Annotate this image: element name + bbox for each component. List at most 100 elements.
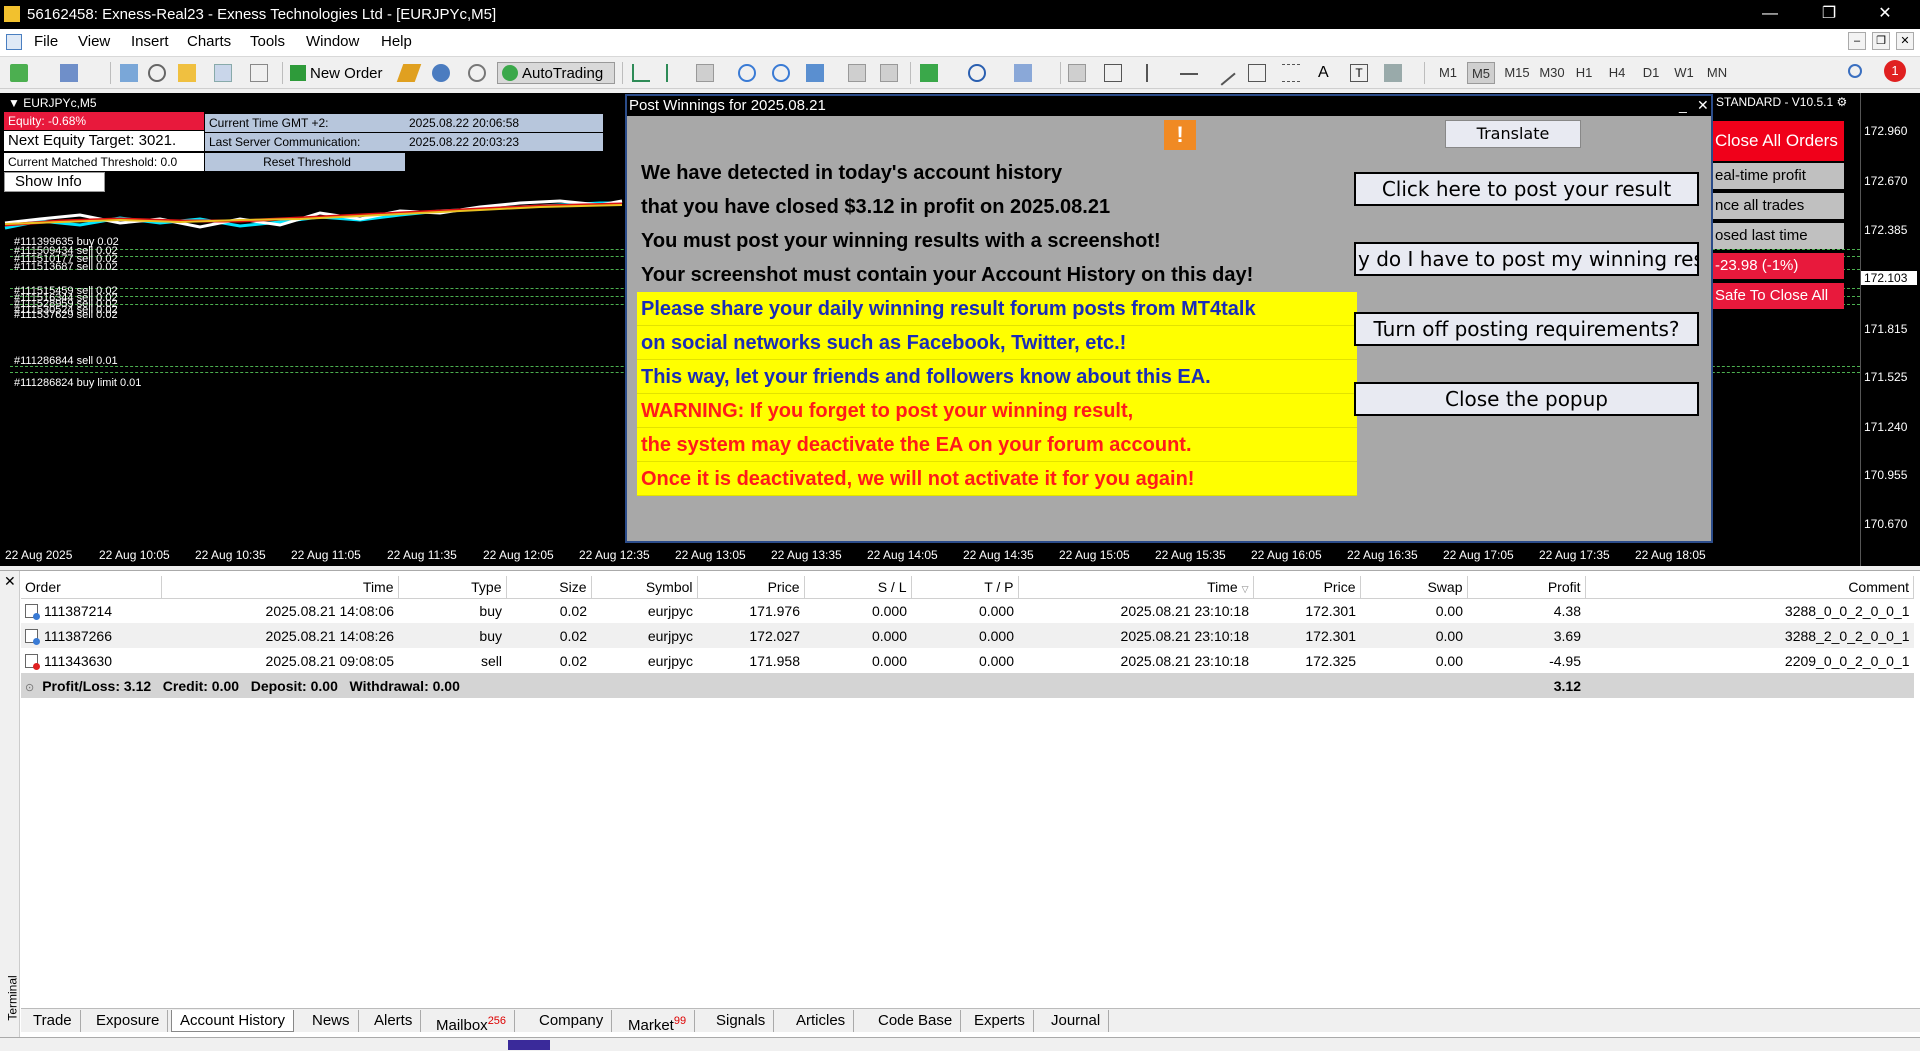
indicators-icon[interactable] (920, 64, 938, 82)
tab-company[interactable]: Company (531, 1010, 613, 1032)
notification-badge[interactable]: 1 (1884, 60, 1906, 82)
profiles-icon[interactable] (60, 64, 78, 82)
zoom-in-icon[interactable] (738, 64, 756, 82)
tab-alerts[interactable]: Alerts (366, 1010, 422, 1032)
table-row[interactable]: 111343630 2025.08.21 09:08:05 sell 0.02 … (21, 648, 1914, 673)
reset-threshold-button[interactable]: Reset Threshold (205, 153, 405, 171)
market-watch-icon[interactable] (120, 64, 138, 82)
settings-icon[interactable]: ⚙ (1837, 95, 1848, 109)
timeframe-m30[interactable]: M30 (1535, 62, 1569, 84)
tab-experts[interactable]: Experts (966, 1010, 1034, 1032)
autotrading-button[interactable]: AutoTrading (497, 62, 615, 84)
auto-scroll-icon[interactable] (848, 64, 866, 82)
close-icon[interactable]: ✕ (1862, 0, 1908, 29)
col-swap[interactable]: Swap (1360, 576, 1468, 599)
mdi-close-icon[interactable]: ✕ (1896, 32, 1914, 50)
tab-code-base[interactable]: Code Base (870, 1010, 962, 1032)
chart-window-icon[interactable] (6, 34, 22, 50)
post-result-button[interactable]: Click here to post your result (1354, 172, 1699, 206)
vertical-line-icon[interactable] (1146, 64, 1148, 82)
tab-articles[interactable]: Articles (788, 1010, 855, 1032)
zoom-out-icon[interactable] (772, 64, 790, 82)
summary-row[interactable]: ⊙ Profit/Loss: 3.12 Credit: 0.00 Deposit:… (21, 673, 1914, 698)
menu-insert[interactable]: Insert (131, 33, 169, 50)
popup-close-icon[interactable]: ✕ (1697, 97, 1709, 114)
trendline-icon[interactable] (1210, 60, 1236, 86)
col-close-time[interactable]: Time ▽ (1018, 576, 1254, 599)
col-close-price[interactable]: Price (1253, 576, 1361, 599)
timeframe-h1[interactable]: H1 (1570, 62, 1598, 84)
chart-shift-icon[interactable] (880, 64, 898, 82)
menu-file[interactable]: File (34, 33, 58, 50)
menu-view[interactable]: View (78, 33, 110, 50)
timeframe-m15[interactable]: M15 (1500, 62, 1534, 84)
col-comment[interactable]: Comment (1585, 576, 1914, 599)
timeframe-d1[interactable]: D1 (1637, 62, 1665, 84)
mdi-minimize-icon[interactable]: – (1848, 32, 1866, 50)
text-icon[interactable]: A (1318, 62, 1329, 84)
tester-icon[interactable] (250, 64, 268, 82)
bar-chart-icon[interactable] (632, 64, 650, 82)
periods-icon[interactable] (968, 64, 986, 82)
minimize-icon[interactable]: — (1747, 0, 1793, 29)
close-popup-button[interactable]: Close the popup (1354, 382, 1699, 416)
arrows-icon[interactable] (1384, 64, 1402, 82)
data-window-icon[interactable] (148, 64, 166, 82)
menu-help[interactable]: Help (381, 33, 412, 50)
new-order-button[interactable]: New Order (290, 62, 390, 84)
translate-button[interactable]: Translate (1445, 120, 1581, 148)
col-order[interactable]: Order (21, 576, 162, 599)
col-open-time[interactable]: Time (161, 576, 399, 599)
col-tp[interactable]: T / P (911, 576, 1019, 599)
col-profit[interactable]: Profit (1467, 576, 1586, 599)
text-label-icon[interactable]: T (1350, 64, 1368, 82)
tab-account-history[interactable]: Account History (171, 1010, 295, 1032)
timeframe-m1[interactable]: M1 (1434, 62, 1462, 84)
cursor-icon[interactable] (1068, 64, 1086, 82)
show-info-button[interactable]: Show Info (4, 172, 105, 192)
tab-news[interactable]: News (304, 1010, 359, 1032)
safe-close-all-button[interactable]: Safe To Close All (1712, 283, 1844, 309)
tab-mailbox[interactable]: Mailbox256 (428, 1010, 516, 1034)
tab-market[interactable]: Market99 (620, 1010, 696, 1034)
timeframe-w1[interactable]: W1 (1670, 62, 1698, 84)
col-type[interactable]: Type (398, 576, 507, 599)
menu-tools[interactable]: Tools (250, 33, 285, 50)
col-open-price[interactable]: Price (697, 576, 805, 599)
fibonacci-icon[interactable] (1282, 64, 1300, 82)
close-all-orders-button[interactable]: Close All Orders (1712, 121, 1844, 161)
horizontal-line-icon[interactable] (1180, 73, 1198, 75)
crosshair-icon[interactable] (1104, 64, 1122, 82)
navigator-icon[interactable] (178, 64, 196, 82)
candlestick-icon[interactable] (666, 64, 684, 82)
timeframe-m5[interactable]: M5 (1467, 62, 1495, 84)
terminal-icon[interactable] (214, 64, 232, 82)
tab-journal[interactable]: Journal (1043, 1010, 1110, 1032)
col-size[interactable]: Size (506, 576, 592, 599)
turn-off-posting-button[interactable]: Turn off posting requirements? (1354, 312, 1699, 346)
tab-exposure[interactable]: Exposure (88, 1010, 169, 1032)
line-chart-icon[interactable] (696, 64, 714, 82)
menu-charts[interactable]: Charts (187, 33, 231, 50)
menu-window[interactable]: Window (306, 33, 359, 50)
table-row[interactable]: 111387266 2025.08.21 14:08:26 buy 0.02 e… (21, 623, 1914, 648)
equidistant-channel-icon[interactable] (1248, 64, 1266, 82)
why-post-button[interactable]: y do I have to post my winning resu (1354, 242, 1699, 276)
col-symbol[interactable]: Symbol (591, 576, 698, 599)
tab-signals[interactable]: Signals (708, 1010, 775, 1032)
templates-icon[interactable] (1014, 64, 1032, 82)
metaeditor-icon[interactable] (396, 64, 422, 82)
mdi-restore-icon[interactable]: ❐ (1872, 32, 1890, 50)
terminal-close-icon[interactable]: ✕ (4, 573, 16, 590)
col-sl[interactable]: S / L (804, 576, 912, 599)
popup-minimize-icon[interactable]: _ (1679, 97, 1687, 113)
new-chart-icon[interactable] (10, 64, 28, 82)
timeframe-mn[interactable]: MN (1703, 62, 1731, 84)
tile-windows-icon[interactable] (806, 64, 824, 82)
timeframe-h4[interactable]: H4 (1603, 62, 1631, 84)
tab-trade[interactable]: Trade (25, 1010, 81, 1032)
restore-icon[interactable]: ❐ (1806, 0, 1852, 29)
vps-icon[interactable] (468, 64, 486, 82)
signals-icon[interactable] (432, 64, 450, 82)
search-icon[interactable] (1848, 64, 1862, 78)
